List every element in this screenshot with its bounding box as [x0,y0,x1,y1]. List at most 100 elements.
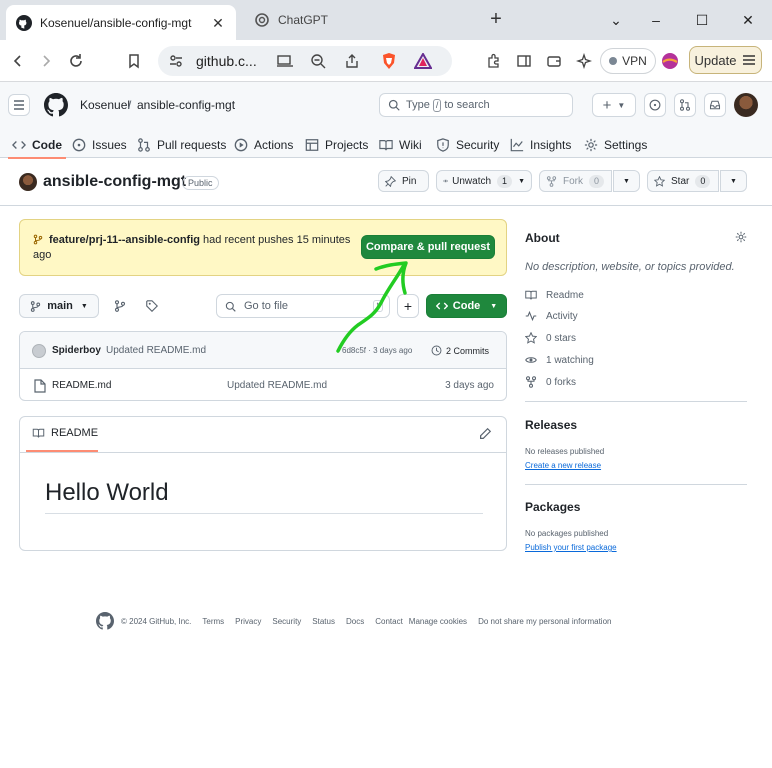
releases-heading[interactable]: Releases [525,418,577,432]
packages-heading[interactable]: Packages [525,500,580,514]
banner-message: feature/prj-11--ansible-config had recen… [33,233,368,263]
tab-projects[interactable]: Projects [305,132,368,158]
browser-tab-chatgpt[interactable]: ChatGPT [244,5,474,35]
leo-ai-icon[interactable] [572,49,596,73]
browser-tab-github[interactable]: Kosenuel/ansible-config-mgt ✕ [6,5,236,40]
gear-icon[interactable] [735,231,747,243]
tags-button[interactable] [140,294,164,318]
wallet-icon[interactable] [542,49,566,73]
new-tab-button[interactable]: + [486,9,506,30]
table-row[interactable]: README.md Updated README.md 3 days ago [20,369,506,400]
extensions-icon[interactable] [482,49,506,73]
address-bar[interactable]: github.c... [158,46,452,76]
url-text: github.c... [196,53,257,69]
commit-author-avatar[interactable] [32,344,46,358]
tab-actions[interactable]: Actions [234,132,293,158]
tab-wiki[interactable]: Wiki [379,132,422,158]
tab-insights[interactable]: Insights [510,132,571,158]
code-button[interactable]: Code ▼ [426,294,507,318]
branch-icon [31,300,41,312]
pull-request-icon [679,99,691,111]
pin-button[interactable]: Pin [378,170,429,192]
search-input[interactable]: Type / to search [379,93,573,117]
install-app-icon[interactable] [276,53,294,69]
sidebar-item-stars[interactable]: 0 stars [525,332,576,344]
back-icon[interactable] [6,49,30,73]
breadcrumb-repo[interactable]: ansible-config-mgt [137,98,235,112]
github-logo-icon[interactable] [44,93,68,117]
fork-dropdown-button[interactable]: ▼ [613,170,640,192]
minimize-button[interactable]: – [641,8,671,32]
commit-message[interactable]: Updated README.md [106,345,206,356]
file-commit-message[interactable]: Updated README.md [227,380,327,391]
star-button[interactable]: Star 0 [647,170,719,192]
footer-link-terms[interactable]: Terms [202,617,224,626]
zoom-out-icon[interactable] [310,53,326,69]
sidebar-item-readme[interactable]: Readme [525,289,584,301]
brave-shields-icon[interactable] [380,52,398,70]
issue-opened-icon [649,99,661,111]
brave-rewards-icon[interactable] [414,53,432,69]
sidebar-item-watching[interactable]: 1 watching [525,354,594,366]
banner-branch-name[interactable]: feature/prj-11--ansible-config [49,234,200,246]
reload-icon[interactable] [64,49,88,73]
footer-link-privacy[interactable]: Privacy [235,617,261,626]
create-new-button[interactable]: + ▼ [592,93,636,117]
breadcrumb-owner[interactable]: Kosenuel [80,98,130,112]
footer-link-manage-cookies[interactable]: Manage cookies [409,617,467,626]
close-tab-icon[interactable]: ✕ [210,15,226,31]
profile-icon[interactable] [658,49,682,73]
owner-avatar[interactable] [19,173,37,191]
readme-tab[interactable]: README [32,427,98,439]
repo-nav: Code Issues Pull requests Actions Projec… [0,132,772,159]
bookmark-icon[interactable] [122,49,146,73]
hamburger-menu-button[interactable] [8,94,30,116]
footer-link-security[interactable]: Security [272,617,301,626]
sidebar-toggle-icon[interactable] [512,49,536,73]
commit-author[interactable]: Spiderboy [52,345,101,356]
issues-button[interactable] [644,93,666,117]
file-name[interactable]: README.md [52,380,111,391]
unwatch-button[interactable]: Unwatch 1 ▼ [436,170,532,192]
vpn-button[interactable]: VPN [600,48,656,74]
about-description: No description, website, or topics provi… [525,261,735,273]
tab-security[interactable]: Security [436,132,499,158]
publish-package-link[interactable]: Publish your first package [525,543,617,552]
footer-link-contact[interactable]: Contact [375,617,403,626]
sidebar-item-forks[interactable]: 0 forks [525,376,576,388]
branches-button[interactable] [108,294,132,318]
menu-icon [743,55,756,65]
pull-requests-button[interactable] [674,93,696,117]
maximize-button[interactable]: ☐ [687,8,717,32]
share-icon[interactable] [344,53,360,69]
inbox-icon [709,100,721,110]
star-count: 0 [695,174,711,188]
repo-name[interactable]: ansible-config-mgt [43,173,186,191]
fork-label: Fork [563,175,583,187]
fork-button[interactable]: Fork 0 [539,170,612,192]
tab-issues[interactable]: Issues [72,132,127,158]
footer-link-do-not-share[interactable]: Do not share my personal information [478,617,611,626]
footer-link-status[interactable]: Status [312,617,335,626]
sidebar-item-activity[interactable]: Activity [525,310,578,322]
github-favicon-icon [16,14,32,31]
chevron-down-icon: ▼ [623,177,630,185]
tab-pull-requests[interactable]: Pull requests [137,132,226,158]
inbox-button[interactable] [704,93,726,117]
create-release-link[interactable]: Create a new release [525,461,601,470]
tab-code[interactable]: Code [8,132,66,159]
close-window-button[interactable]: ✕ [733,8,763,32]
commits-history-link[interactable]: 2 Commits [431,345,489,356]
star-dropdown-button[interactable]: ▼ [720,170,747,192]
pencil-icon[interactable] [478,427,492,441]
user-avatar[interactable] [734,93,758,117]
update-button[interactable]: Update [689,46,762,74]
forward-icon[interactable] [34,49,58,73]
github-logo-icon[interactable] [96,612,114,630]
tab-search-icon[interactable]: ⌄ [601,8,631,32]
book-icon [32,428,45,438]
footer-link-docs[interactable]: Docs [346,617,364,626]
tab-settings[interactable]: Settings [584,132,647,158]
site-settings-icon[interactable] [168,53,184,69]
branch-selector[interactable]: main ▼ [19,294,99,318]
